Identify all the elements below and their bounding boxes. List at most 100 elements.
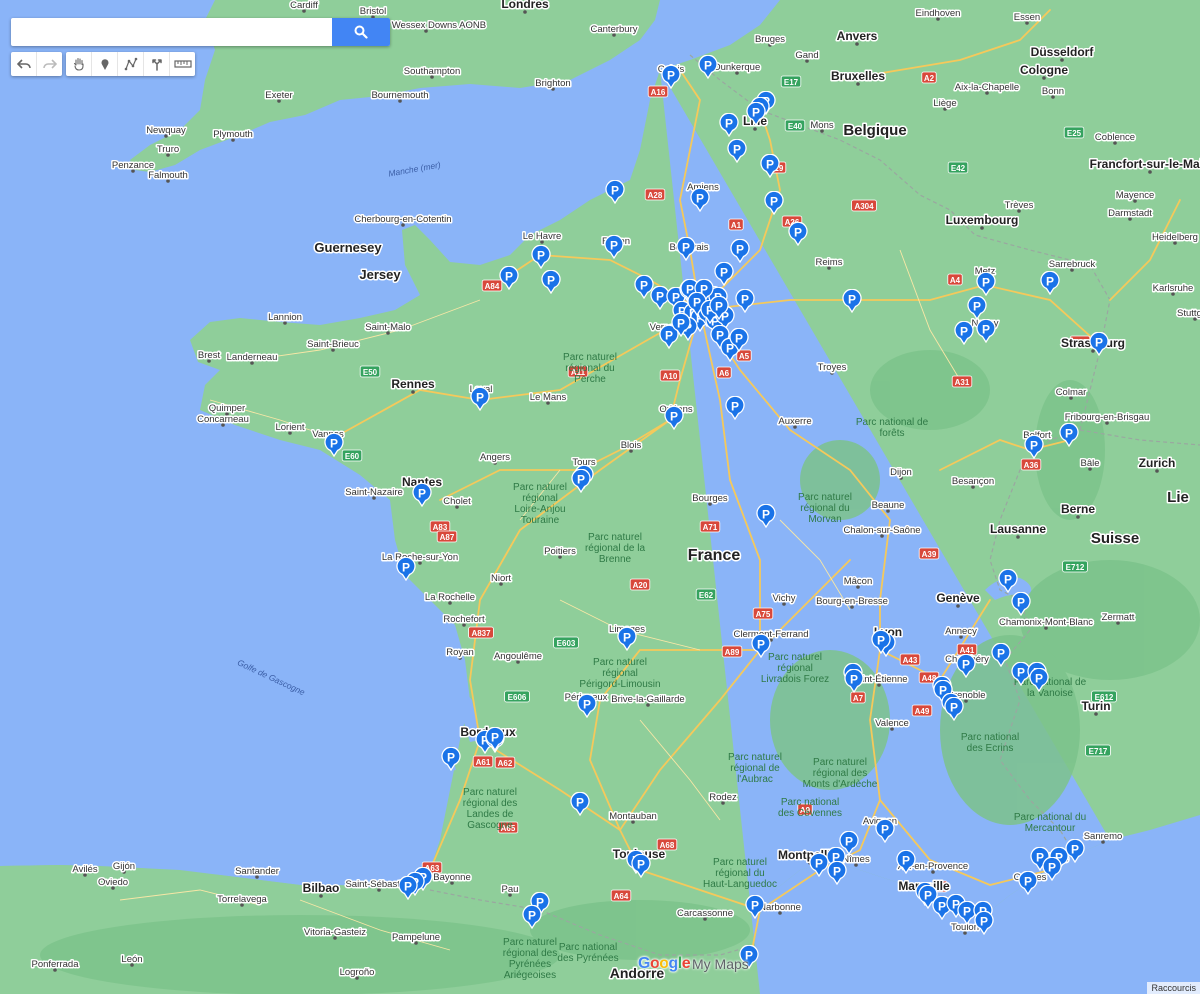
city-label: Landerneau: [227, 352, 278, 363]
city-label: La Roche-sur-Yon: [382, 552, 458, 563]
city-label: Darmstadt: [1108, 208, 1152, 219]
my-maps-label: My Maps: [692, 956, 749, 972]
city-label: Francfort-sur-le-Main: [1090, 157, 1200, 171]
svg-text:A16: A16: [651, 88, 666, 97]
road-shield: E50: [359, 365, 381, 378]
measure-button[interactable]: [170, 52, 195, 76]
svg-text:E25: E25: [1067, 129, 1082, 138]
city-label: Blois: [621, 440, 642, 451]
svg-text:E40: E40: [788, 122, 803, 131]
road-shield: E60: [341, 449, 363, 462]
city-label: Besançon: [952, 476, 994, 487]
city-label: Montauban: [609, 811, 657, 822]
svg-text:E603: E603: [557, 639, 576, 648]
svg-text:A7: A7: [853, 694, 864, 703]
city-label: Ponferrada: [31, 959, 79, 970]
map-canvas[interactable]: P: [0, 0, 1200, 994]
road-shield: A4: [947, 273, 963, 286]
search-button[interactable]: [332, 18, 390, 46]
country-label: France: [688, 547, 741, 564]
svg-text:E50: E50: [363, 368, 378, 377]
road-shield: E62: [695, 588, 717, 601]
history-tools: [11, 52, 62, 76]
pan-button[interactable]: [66, 52, 92, 76]
city-label: Sanremo: [1084, 831, 1123, 842]
road-shield: E606: [504, 690, 530, 703]
city-label: Bourges: [692, 493, 728, 504]
draw-line-button[interactable]: [118, 52, 144, 76]
road-shield: A10: [659, 369, 681, 382]
road-shield: A43: [899, 653, 921, 666]
svg-text:E42: E42: [951, 164, 966, 173]
svg-text:E717: E717: [1089, 747, 1108, 756]
city-label: Oviedo: [98, 877, 128, 888]
svg-text:A49: A49: [915, 707, 930, 716]
city-label: Zermatt: [1102, 612, 1135, 623]
add-marker-button[interactable]: [92, 52, 118, 76]
country-label: Lie: [1167, 489, 1189, 506]
city-label: Cholet: [443, 496, 471, 507]
city-label: Bilbao: [303, 881, 340, 895]
city-label: Berne: [1061, 502, 1095, 516]
road-shield: E717: [1085, 744, 1111, 757]
city-label: Narbonne: [759, 902, 801, 913]
city-label: Poitiers: [544, 546, 576, 557]
directions-button[interactable]: [144, 52, 170, 76]
park-label: Parc national des Pyrénées: [557, 942, 618, 964]
city-label: Reims: [816, 257, 843, 268]
city-label: Brest: [198, 350, 221, 361]
road-shield: A6: [716, 366, 732, 379]
country-label: Jersey: [359, 267, 401, 282]
svg-text:E17: E17: [784, 78, 799, 87]
svg-text:A20: A20: [633, 581, 648, 590]
city-label: Colmar: [1056, 387, 1087, 398]
road-shield: A2: [921, 71, 937, 84]
country-label: Belgique: [843, 122, 906, 139]
country-label: Guernesey: [314, 240, 382, 255]
svg-text:A75: A75: [756, 610, 771, 619]
search-icon: [354, 25, 368, 39]
svg-text:A36: A36: [1024, 461, 1039, 470]
city-label: Avilés: [72, 864, 97, 875]
city-label: Bruxelles: [831, 69, 885, 83]
city-label: Bristol: [360, 6, 386, 17]
svg-text:A4: A4: [950, 276, 961, 285]
city-label: Pampelune: [392, 932, 440, 943]
city-label: Lausanne: [990, 522, 1046, 536]
svg-text:E62: E62: [699, 591, 714, 600]
city-label: Trèves: [1005, 200, 1034, 211]
city-label: Liège: [933, 98, 956, 109]
keyboard-shortcuts-link[interactable]: Raccourcis: [1147, 982, 1200, 994]
city-label: Toulon: [951, 922, 979, 933]
road-shield: A62: [494, 756, 516, 769]
road-shield: A36: [1020, 458, 1042, 471]
city-label: Dijon: [890, 467, 912, 478]
city-label: Zurich: [1139, 456, 1176, 470]
road-shield: A7: [850, 691, 866, 704]
city-label: Dunkerque: [714, 62, 760, 73]
city-label: Mayence: [1116, 190, 1155, 201]
city-label: Vitoria-Gasteiz: [304, 927, 366, 938]
city-label: Anvers: [837, 29, 878, 43]
svg-text:A83: A83: [433, 523, 448, 532]
city-label: Concarneau: [197, 414, 249, 425]
search-input[interactable]: [11, 18, 339, 46]
redo-icon: [42, 59, 57, 69]
city-label: Brive-la-Gaillarde: [611, 694, 684, 705]
city-label: Bonn: [1042, 86, 1064, 97]
city-label: Vichy: [772, 593, 795, 604]
undo-button[interactable]: [11, 52, 37, 76]
city-label: Saint-Nazaire: [345, 487, 403, 498]
city-label: Truro: [157, 144, 179, 155]
road-shield: E25: [1063, 126, 1085, 139]
city-label: Stuttgart: [1177, 308, 1200, 319]
svg-text:A61: A61: [476, 758, 491, 767]
country-label: Suisse: [1091, 530, 1139, 547]
redo-button[interactable]: [37, 52, 62, 76]
svg-text:A28: A28: [648, 191, 663, 200]
svg-text:A84: A84: [485, 282, 500, 291]
svg-text:E712: E712: [1066, 563, 1085, 572]
city-label: Düsseldorf: [1031, 45, 1095, 59]
road-shield: A87: [436, 530, 458, 543]
road-shield: A83: [429, 520, 451, 533]
